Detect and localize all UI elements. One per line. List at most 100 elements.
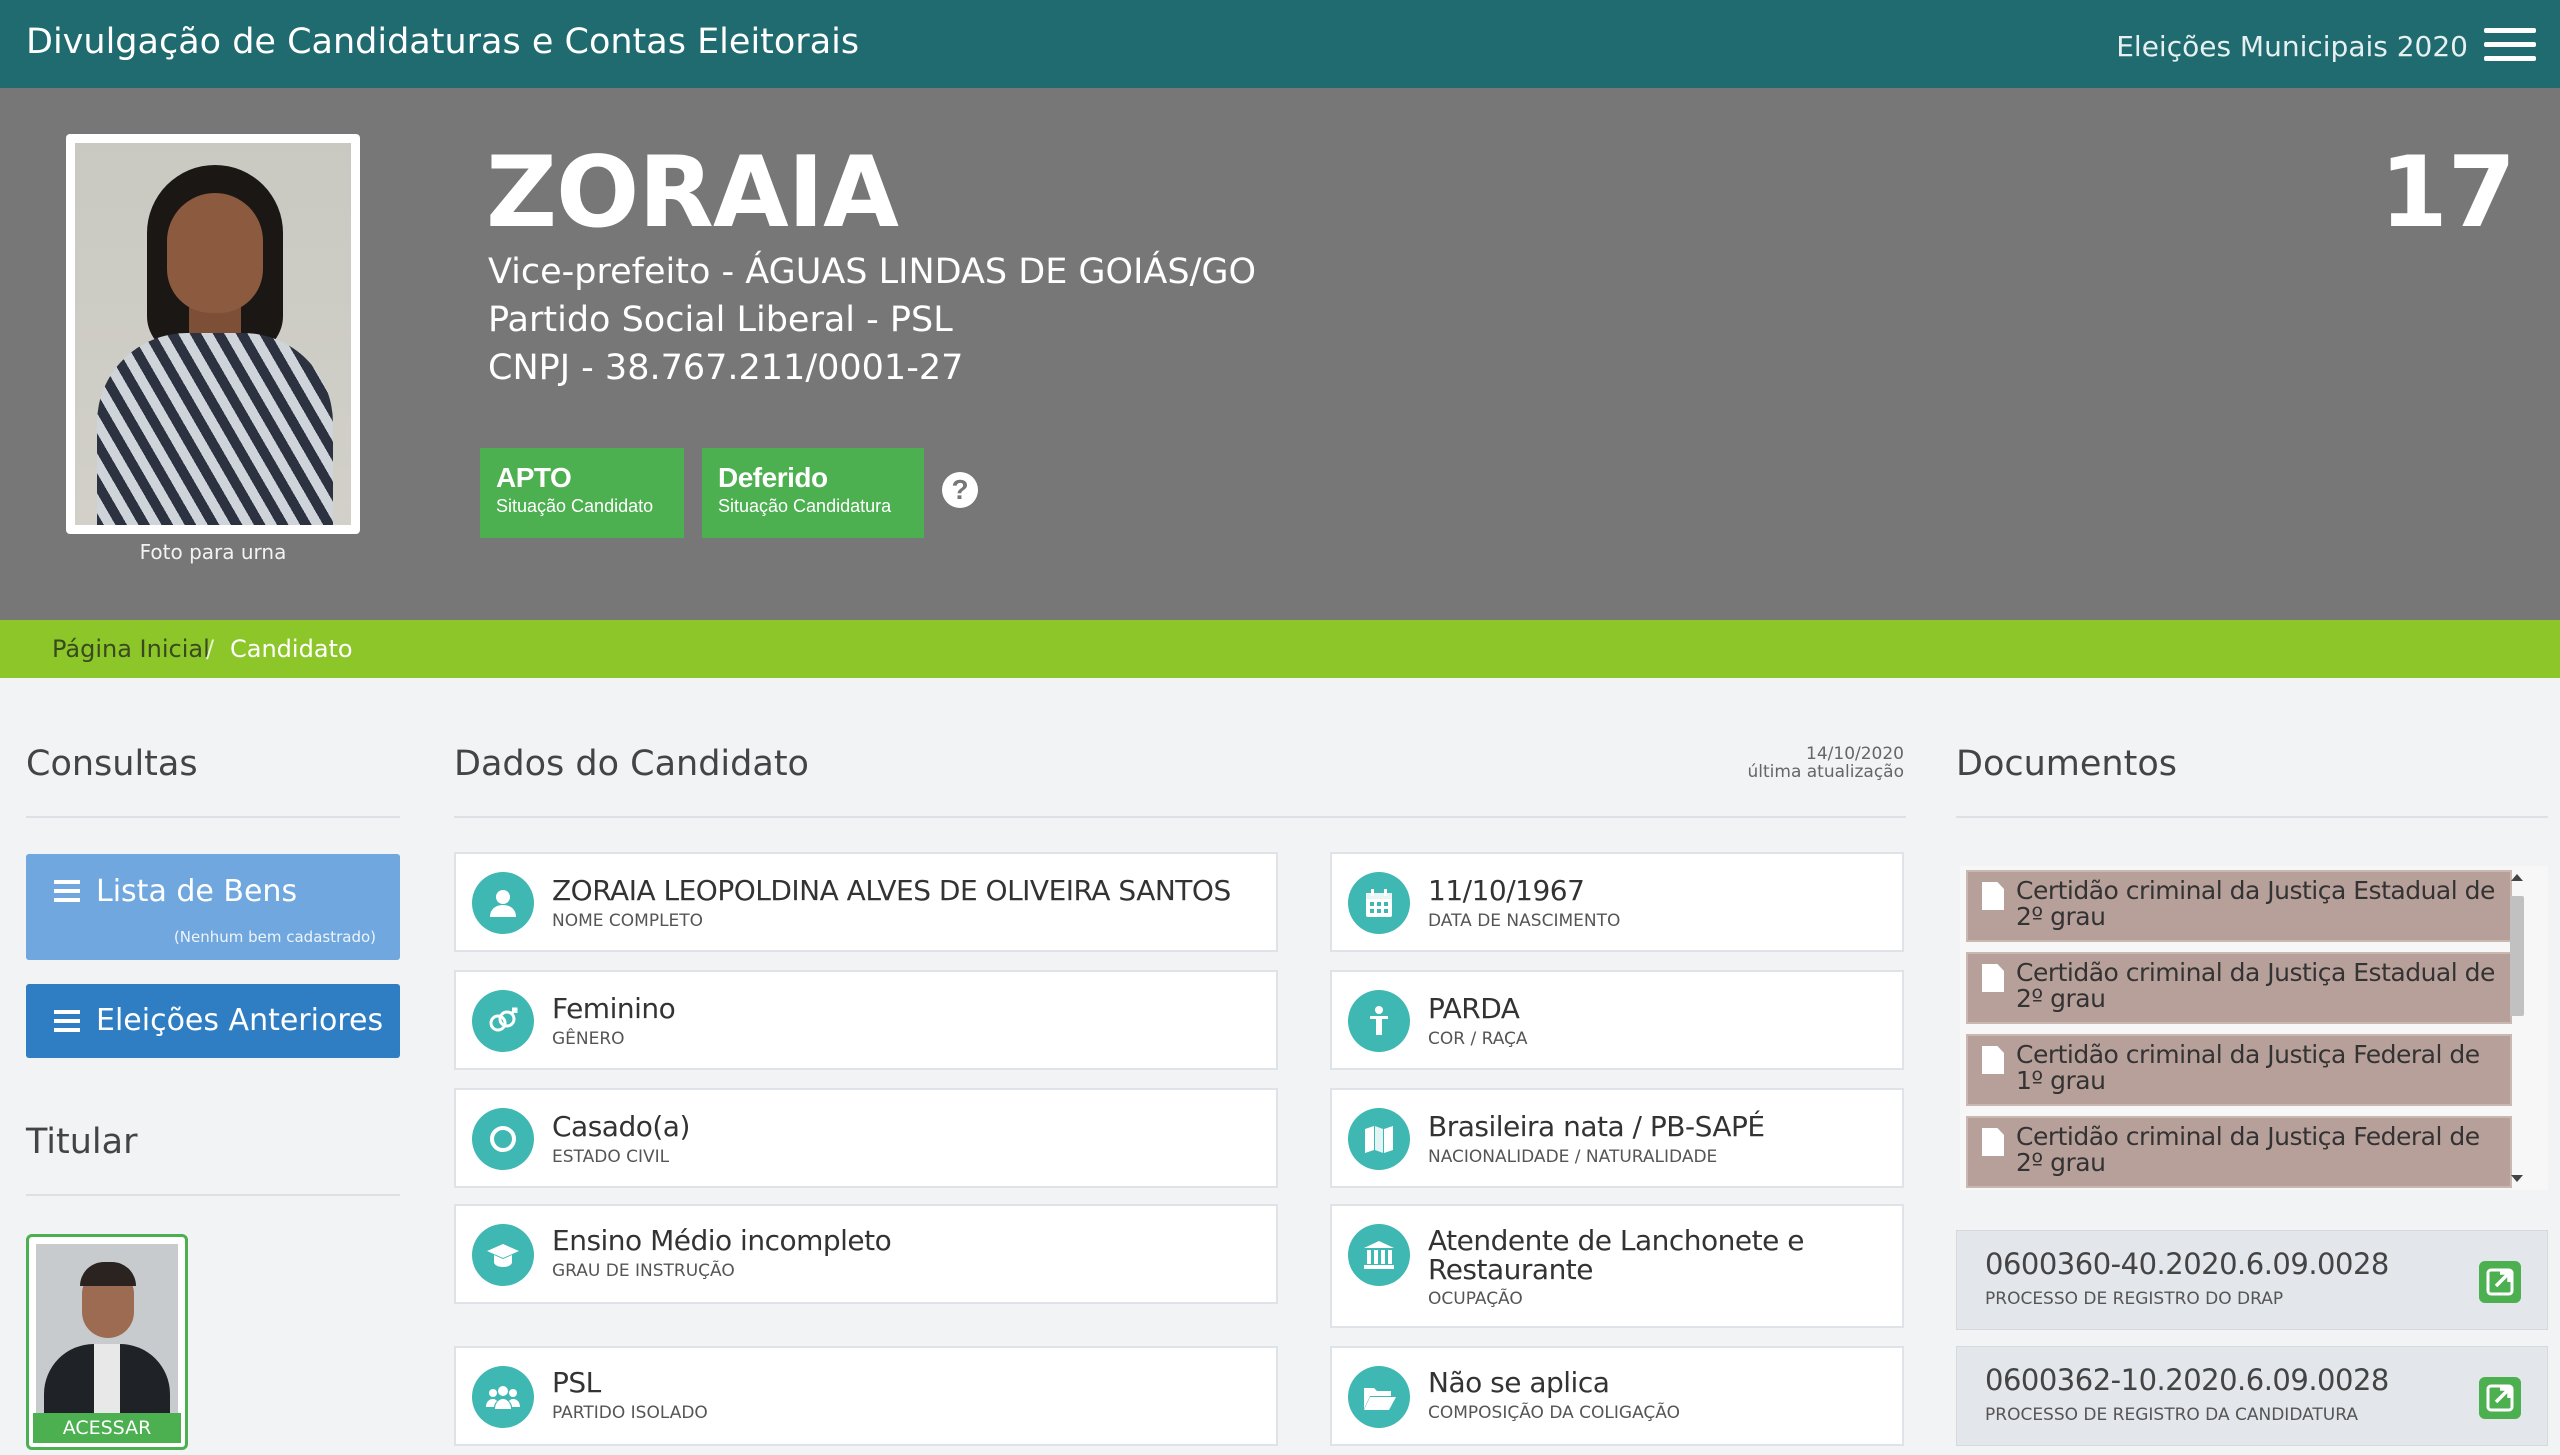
question-circle-icon[interactable]: ?: [942, 472, 978, 508]
user-icon: [472, 872, 534, 934]
external-link-icon[interactable]: [2479, 1377, 2521, 1419]
status-candidacy-value: Deferido: [718, 462, 828, 493]
candidate-name: ZORAIA: [486, 136, 899, 250]
file-icon: [1982, 964, 2004, 992]
field-caption: ESTADO CIVIL: [552, 1147, 670, 1167]
documents-scrollbar[interactable]: [2506, 866, 2528, 1190]
app-title[interactable]: Divulgação de Candidaturas e Contas Elei…: [26, 22, 859, 62]
processo-number: 0600362-10.2020.6.09.0028: [1985, 1363, 2389, 1397]
external-link-icon[interactable]: [2479, 1261, 2521, 1303]
breadcrumb: Página Inicial / Candidato: [0, 620, 2560, 678]
field-nome-completo: ZORAIA LEOPOLDINA ALVES DE OLIVEIRA SANT…: [454, 852, 1278, 952]
top-navbar: Divulgação de Candidaturas e Contas Elei…: [0, 0, 2560, 88]
documentos-title: Documentos: [1956, 744, 2177, 784]
status-badge-candidate: APTO Situação Candidato: [480, 448, 684, 538]
graduation-cap-icon: [472, 1224, 534, 1286]
updated-label: última atualização: [1747, 762, 1905, 782]
processo-caption: PROCESSO DE REGISTRO DA CANDIDATURA: [1985, 1405, 2358, 1425]
document-item[interactable]: Certidão criminal da Justiça Federal de …: [1966, 1116, 2512, 1188]
eleicoes-anteriores-button[interactable]: Eleições Anteriores: [26, 984, 400, 1058]
candidate-number: 17: [2379, 136, 2516, 250]
titular-photo: [36, 1244, 178, 1416]
acessar-button[interactable]: ACESSAR: [33, 1413, 181, 1443]
field-value: Casado(a): [552, 1110, 690, 1143]
candidate-party: Partido Social Liberal - PSL: [488, 300, 953, 340]
field-caption: NOME COMPLETO: [552, 911, 704, 931]
status-candidacy-label: Situação Candidatura: [718, 496, 892, 516]
status-badge-candidacy: Deferido Situação Candidatura: [702, 448, 924, 538]
lista-bens-button[interactable]: Lista de Bens (Nenhum bem cadastrado): [26, 854, 400, 960]
consultas-title: Consultas: [26, 744, 198, 784]
file-icon: [1982, 1128, 2004, 1156]
ring-icon: [472, 1108, 534, 1170]
document-item[interactable]: Certidão criminal da Justiça Estadual de…: [1966, 870, 2512, 942]
field-caption: COR / RAÇA: [1428, 1029, 1528, 1049]
breadcrumb-separator: /: [206, 635, 215, 663]
field-coligacao: Não se aplica COMPOSIÇÃO DA COLIGAÇÃO: [1330, 1346, 1904, 1446]
hamburger-menu-icon[interactable]: [2484, 28, 2536, 62]
document-item[interactable]: Certidão criminal da Justiça Federal de …: [1966, 1034, 2512, 1106]
list-icon: [54, 1010, 80, 1032]
processo-drap[interactable]: 0600360-40.2020.6.09.0028 PROCESSO DE RE…: [1956, 1230, 2548, 1330]
election-label: Eleições Municipais 2020: [2116, 30, 2468, 63]
calendar-icon: [1348, 872, 1410, 934]
institution-icon: [1348, 1224, 1410, 1286]
lista-bens-sub: (Nenhum bem cadastrado): [173, 928, 376, 946]
titular-title: Titular: [26, 1122, 138, 1162]
status-candidate-label: Situação Candidato: [496, 496, 654, 516]
candidate-header: Foto para urna ZORAIA Vice-prefeito - ÁG…: [0, 88, 2560, 620]
breadcrumb-home-link[interactable]: Página Inicial: [52, 635, 210, 663]
eleicoes-anteriores-label: Eleições Anteriores: [96, 1003, 384, 1038]
document-label: Certidão criminal da Justiça Estadual de…: [2016, 876, 2495, 931]
scroll-thumb[interactable]: [2510, 896, 2524, 1016]
person-icon: [1348, 990, 1410, 1052]
gender-icon: [472, 990, 534, 1052]
divider: [26, 816, 400, 818]
field-data-nascimento: 11/10/1967 DATA DE NASCIMENTO: [1330, 852, 1904, 952]
last-updated: 14/10/2020 última atualização: [1600, 744, 1905, 786]
scroll-up-icon[interactable]: [2511, 874, 2523, 881]
photo-caption: Foto para urna: [139, 540, 287, 564]
divider: [26, 1194, 400, 1196]
processo-candidatura[interactable]: 0600362-10.2020.6.09.0028 PROCESSO DE RE…: [1956, 1346, 2548, 1446]
field-genero: Feminino GÊNERO: [454, 970, 1278, 1070]
field-value: Feminino: [552, 992, 676, 1025]
field-value: 11/10/1967: [1428, 874, 1585, 907]
scroll-down-icon[interactable]: [2511, 1175, 2523, 1182]
field-value: Brasileira nata / PB-SAPÉ: [1428, 1110, 1765, 1143]
field-caption: OCUPAÇÃO: [1428, 1289, 1523, 1309]
lista-bens-label: Lista de Bens: [96, 874, 298, 909]
breadcrumb-current: Candidato: [230, 635, 353, 663]
field-grau-instrucao: Ensino Médio incompleto GRAU DE INSTRUÇÃ…: [454, 1204, 1278, 1304]
users-icon: [472, 1366, 534, 1428]
field-caption: PARTIDO ISOLADO: [552, 1403, 708, 1423]
file-icon: [1982, 1046, 2004, 1074]
field-value: PSL: [552, 1366, 601, 1399]
document-label: Certidão criminal da Justiça Federal de …: [2016, 1040, 2480, 1095]
list-icon: [54, 880, 80, 902]
file-icon: [1982, 882, 2004, 910]
field-caption: COMPOSIÇÃO DA COLIGAÇÃO: [1428, 1403, 1680, 1423]
divider: [454, 816, 1906, 818]
candidate-cnpj: CNPJ - 38.767.211/0001-27: [488, 348, 964, 388]
field-ocupacao: Atendente de Lanchonete e Restaurante OC…: [1330, 1204, 1904, 1328]
document-label: Certidão criminal da Justiça Federal de …: [2016, 1122, 2480, 1177]
field-value: ZORAIA LEOPOLDINA ALVES DE OLIVEIRA SANT…: [552, 874, 1231, 907]
divider: [1956, 816, 2548, 818]
updated-date: 14/10/2020: [1806, 744, 1904, 764]
status-candidate-value: APTO: [496, 462, 572, 493]
field-caption: GRAU DE INSTRUÇÃO: [552, 1261, 735, 1281]
field-caption: DATA DE NASCIMENTO: [1428, 911, 1621, 931]
candidate-office: Vice-prefeito - ÁGUAS LINDAS DE GOIÁS/GO: [488, 252, 1257, 292]
field-value: Não se aplica: [1428, 1366, 1610, 1399]
field-nacionalidade: Brasileira nata / PB-SAPÉ NACIONALIDADE …: [1330, 1088, 1904, 1188]
processo-number: 0600360-40.2020.6.09.0028: [1985, 1247, 2389, 1281]
document-item[interactable]: Certidão criminal da Justiça Estadual de…: [1966, 952, 2512, 1024]
candidate-photo: [66, 134, 360, 534]
field-caption: GÊNERO: [552, 1029, 625, 1049]
folder-open-icon: [1348, 1366, 1410, 1428]
field-cor-raca: PARDA COR / RAÇA: [1330, 970, 1904, 1070]
field-estado-civil: Casado(a) ESTADO CIVIL: [454, 1088, 1278, 1188]
titular-card[interactable]: ACESSAR: [26, 1234, 188, 1450]
map-icon: [1348, 1108, 1410, 1170]
